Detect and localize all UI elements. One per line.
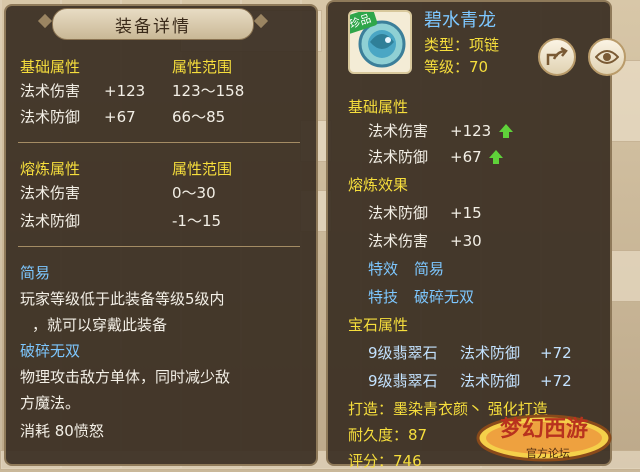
equipment-detail-panel: 装备详情 基础属性 属性范围 法术伤害 +123 123～158 法术防御 +6… (4, 4, 318, 466)
share-icon (546, 47, 568, 65)
basic-attr-value: +123 (450, 122, 492, 140)
refine-attr-value: +15 (450, 204, 482, 222)
gem-attr-header: 宝石属性 (348, 316, 409, 334)
effect-description: ，就可以穿戴此装备 (32, 316, 168, 334)
gem-value: +72 (540, 344, 572, 362)
item-level: 等级：70 (424, 58, 489, 76)
up-arrow-icon (499, 124, 513, 138)
view-button[interactable] (588, 38, 626, 76)
basic-attr-name: 法术防御 (20, 108, 81, 126)
effect-label: 特效 (368, 260, 399, 278)
basic-attr-name: 法术伤害 (368, 122, 429, 140)
gem-value: +72 (540, 372, 572, 390)
item-icon[interactable]: 珍品 (348, 10, 412, 74)
refine-attr-header: 熔炼属性 (20, 160, 81, 178)
share-button[interactable] (538, 38, 576, 76)
refine-attr-value: +30 (450, 232, 482, 250)
divider (18, 142, 300, 143)
skill-description: 方魔法。 (20, 394, 81, 412)
refine-effect-header: 熔炼效果 (348, 176, 409, 194)
divider (18, 246, 300, 247)
item-name: 碧水青龙 (424, 10, 496, 31)
refine-attr-range: 0～30 (172, 184, 216, 202)
refine-attr-name: 法术伤害 (20, 184, 81, 202)
eye-icon (595, 50, 619, 64)
basic-attr-value: +67 (104, 108, 136, 126)
basic-attr-range: 66～85 (172, 108, 226, 126)
durability: 耐久度：87 (348, 426, 428, 444)
game-logo: 梦幻西游 官方论坛 (474, 408, 636, 468)
basic-attr-name: 法术伤害 (20, 82, 81, 100)
gem-name: 9级翡翠石 (368, 372, 438, 390)
basic-attr-value: +123 (104, 82, 146, 100)
skill-cost: 消耗 80愤怒 (20, 422, 104, 440)
refine-attr-range: -1～15 (172, 212, 222, 230)
score: 评分：746 (348, 452, 422, 470)
skill-description: 物理攻击敌方单体，同时减少敌 (20, 368, 231, 386)
logo-subtext: 官方论坛 (526, 447, 570, 460)
refine-range-header: 属性范围 (172, 160, 233, 178)
basic-attr-header: 基础属性 (20, 58, 81, 76)
effect-value: 简易 (414, 260, 445, 278)
panel-title: 装备详情 (52, 8, 254, 40)
refine-attr-name: 法术伤害 (368, 232, 429, 250)
item-tooltip-panel: 珍品 碧水青龙 类型：项链 等级：70 基础属性 法术伤害 +123 法术防御 … (326, 0, 626, 470)
item-type: 类型：项链 (424, 36, 500, 54)
skill-value: 破碎无双 (414, 288, 475, 306)
refine-attr-name: 法术防御 (20, 212, 81, 230)
skill-title: 破碎无双 (20, 342, 81, 360)
skill-label: 特技 (368, 288, 399, 306)
basic-attr-header: 基础属性 (348, 98, 409, 116)
gem-attr: 法术防御 (460, 344, 521, 362)
attr-range-header: 属性范围 (172, 58, 233, 76)
logo-text: 梦幻西游 (500, 417, 589, 442)
gem-attr: 法术防御 (460, 372, 521, 390)
effect-title: 简易 (20, 264, 51, 282)
refine-attr-name: 法术防御 (368, 204, 429, 222)
basic-attr-range: 123～158 (172, 82, 245, 100)
basic-attr-name: 法术防御 (368, 148, 429, 166)
gem-name: 9级翡翠石 (368, 344, 438, 362)
basic-attr-value: +67 (450, 148, 482, 166)
up-arrow-icon (489, 150, 503, 164)
effect-description: 玩家等级低于此装备等级5级内 (20, 290, 225, 308)
